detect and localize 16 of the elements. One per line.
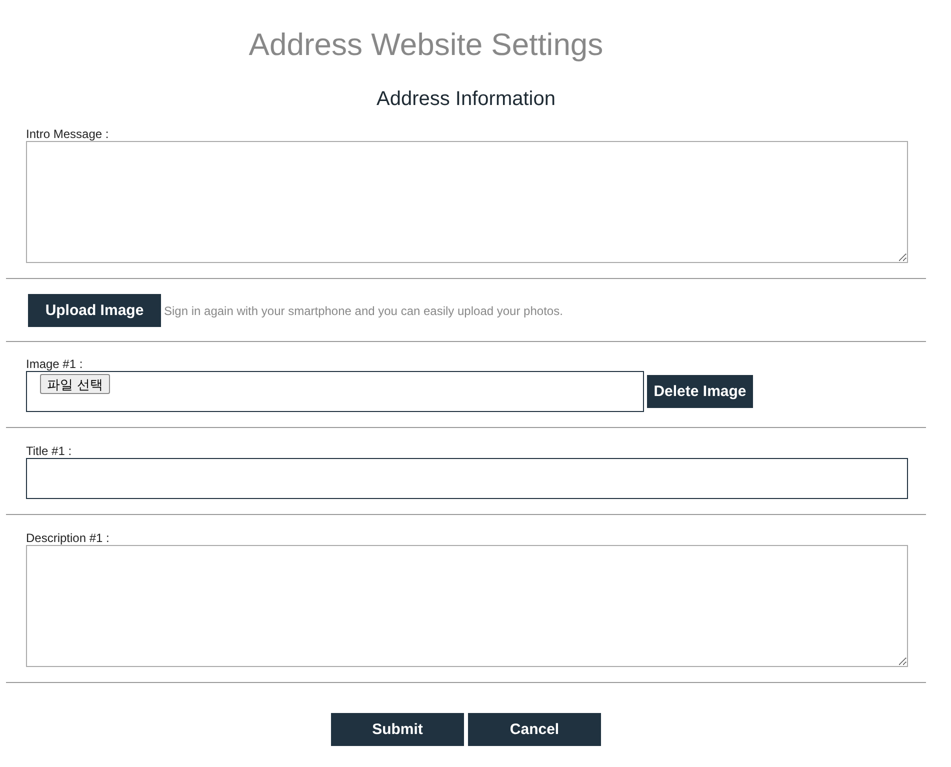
description-field[interactable] bbox=[26, 545, 908, 667]
field-label: Intro Message : bbox=[26, 128, 110, 141]
title-field[interactable] bbox=[26, 458, 908, 499]
field-label: Image #1 : bbox=[26, 358, 84, 371]
section-title: Address Information bbox=[376, 87, 556, 112]
choose-file-button[interactable]: 파일 선택 bbox=[40, 374, 110, 394]
cancel-button[interactable]: Cancel bbox=[468, 713, 601, 746]
page-title: Address Website Settings bbox=[248, 26, 604, 64]
field-label: Title #1 : bbox=[26, 445, 73, 458]
upload-image-button[interactable]: Upload Image bbox=[28, 294, 161, 327]
intro-message-field[interactable] bbox=[26, 141, 908, 263]
field-label: Description #1 : bbox=[26, 532, 110, 545]
upload-hint: Sign in again with your smartphone and you can easily upload your photos. bbox=[164, 304, 563, 318]
submit-button[interactable]: Submit bbox=[331, 713, 464, 746]
delete-image-button[interactable]: Delete Image bbox=[647, 375, 753, 408]
file-input[interactable]: 파일 선택 bbox=[26, 371, 644, 412]
